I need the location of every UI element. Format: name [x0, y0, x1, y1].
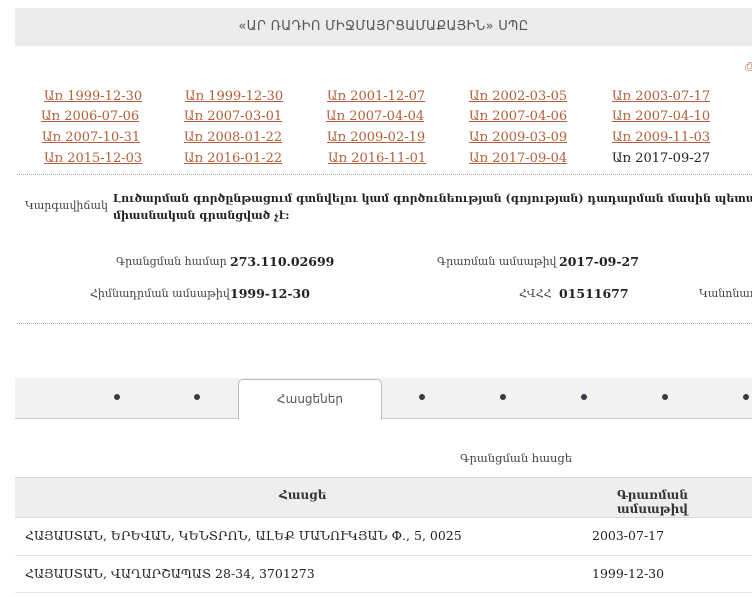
status-label: Կարգավիճակ — [25, 199, 108, 212]
tab-dot[interactable] — [743, 394, 749, 400]
tab-dot[interactable] — [581, 394, 587, 400]
tab-dot[interactable] — [500, 394, 506, 400]
tab-dot[interactable] — [662, 394, 668, 400]
current-date: Առ 2017-09-27 — [612, 151, 711, 166]
record-date-label: Գրառման ամսաթիվ — [437, 255, 557, 268]
tab-bar — [15, 378, 752, 419]
row-divider — [15, 555, 752, 556]
date-link[interactable]: Առ 2009-02-19 — [327, 130, 425, 145]
record-date-value: 2017-09-27 — [559, 254, 639, 269]
reg-number-label: Գրանցման համար — [116, 255, 227, 268]
date-link[interactable]: Առ 2006-07-06 — [41, 109, 139, 124]
tin-value: 01511677 — [559, 286, 629, 301]
row-divider — [15, 592, 752, 593]
date-link[interactable]: Առ 2007-04-04 — [326, 109, 424, 124]
date-link[interactable]: Առ 2009-11-03 — [612, 130, 710, 145]
tab-dot[interactable] — [194, 394, 200, 400]
divider — [17, 323, 752, 324]
date-link[interactable]: Առ 2009-03-09 — [469, 130, 567, 145]
date-cell: 1999-12-30 — [592, 566, 665, 581]
address-cell: ՀԱՅԱՍՏԱՆ, ՎԱՂԱՐՇԱՊԱՏ 28-34, 3701273 — [25, 566, 315, 581]
column-header-date: Գրառման ամսաթիվ — [617, 488, 688, 516]
company-title: «ԱՐ ՌԱԴԻՈ ՄԻՋՄԱՅՐՑԱՄԱՔԱՅԻՆ» ՍՊԸ — [15, 8, 752, 46]
date-link[interactable]: Առ 2007-10-31 — [42, 130, 140, 145]
tab-dot[interactable] — [114, 394, 120, 400]
tin-label: ՀՎՀՀ — [519, 287, 552, 300]
column-header-address: Հասցե — [279, 488, 327, 502]
address-cell: ՀԱՅԱՍՏԱՆ, ԵՐԵՎԱՆ, ԿԵՆՏՐՈՆ, ԱԼԵՔ ՄԱՆՈՒԿՅԱ… — [25, 528, 462, 543]
founding-date-value: 1999-12-30 — [230, 286, 310, 301]
tab-addresses[interactable]: Հասցեներ — [238, 379, 382, 420]
section-caption: Գրանցման հասցե — [460, 451, 573, 465]
charter-label: Կանոնադ — [699, 287, 752, 300]
date-link[interactable]: Առ 2001-12-07 — [327, 89, 425, 104]
date-cell: 2003-07-17 — [592, 528, 665, 543]
reg-number-value: 273.110.02699 — [230, 254, 335, 269]
founding-date-label: Հիմնադրման ամսաթիվ — [90, 287, 230, 300]
print-icon[interactable]: ⎙ — [745, 60, 752, 73]
date-link[interactable]: Առ 2015-12-03 — [44, 151, 142, 166]
date-link[interactable]: Առ 2003-07-17 — [612, 89, 710, 104]
date-link[interactable]: Առ 2007-03-01 — [184, 109, 282, 124]
date-link[interactable]: Առ 2016-01-22 — [184, 151, 282, 166]
date-link[interactable]: Առ 2017-09-04 — [469, 151, 567, 166]
date-link[interactable]: Առ 1999-12-30 — [185, 89, 283, 104]
date-link[interactable]: Առ 2007-04-10 — [612, 109, 710, 124]
date-link[interactable]: Առ 1999-12-30 — [44, 89, 142, 104]
date-link[interactable]: Առ 2002-03-05 — [469, 89, 567, 104]
date-link[interactable]: Առ 2007-04-06 — [469, 109, 567, 124]
status-text: Լուծարման գործընթացում գտնվելու կամ գործ… — [113, 192, 752, 222]
date-link[interactable]: Առ 2008-01-22 — [184, 130, 282, 145]
date-link[interactable]: Առ 2016-11-01 — [328, 151, 426, 166]
divider — [17, 174, 752, 175]
tab-dot[interactable] — [419, 394, 425, 400]
